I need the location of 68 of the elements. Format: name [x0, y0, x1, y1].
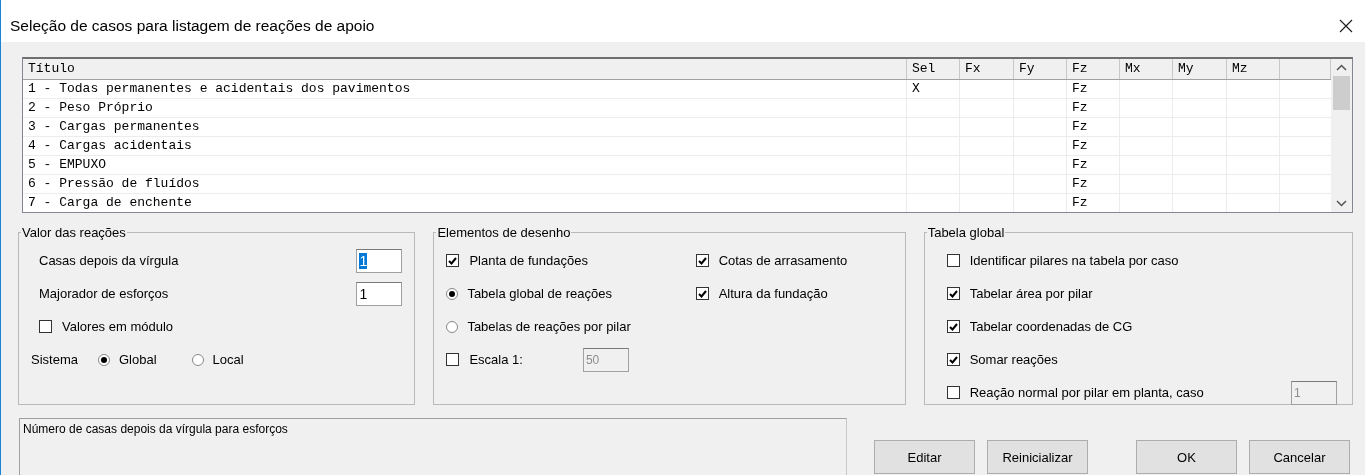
dialog-button[interactable]: Editar [874, 440, 975, 474]
column-header[interactable]: Mx [1120, 59, 1173, 79]
dialog-button[interactable]: Cancelar [1249, 440, 1350, 474]
radio-button[interactable] [97, 353, 110, 366]
checkbox[interactable] [946, 353, 960, 366]
table-cell-text: 7 - Carga de enchente [27, 194, 193, 212]
checkbox[interactable] [446, 353, 460, 366]
table-cell-text: 1 - Todas permanentes e acidentais dos pavimentos [27, 80, 412, 98]
column-header[interactable]: Sel [907, 59, 960, 79]
table-cell-text: 2 - Peso Próprio [27, 99, 154, 117]
dialog-button[interactable]: Reinicializar [987, 440, 1088, 474]
scroll-thumb[interactable] [1333, 76, 1350, 110]
column-header[interactable]: Fx [960, 59, 1014, 79]
input-field[interactable]: 1 [356, 248, 403, 273]
radio-button[interactable] [446, 320, 459, 333]
checkbox[interactable] [946, 386, 960, 399]
option-label: Reação normal por pilar em planta, caso [969, 385, 1204, 400]
radio-button[interactable] [191, 353, 204, 366]
table-cell-text: Fz [1071, 175, 1089, 193]
column-header[interactable]: Fz [1067, 59, 1120, 79]
table-cell-text: 4 - Cargas acidentais [27, 137, 193, 155]
table-cell-text: 5 - EMPUXO [27, 156, 107, 174]
option-label: Global [118, 352, 157, 367]
group-title: Valor das reações [21, 225, 127, 240]
table-cell-text: 3 - Cargas permanentes [27, 118, 201, 136]
checkbox[interactable] [39, 320, 52, 333]
dialog-button[interactable]: OK [1136, 440, 1237, 474]
field-label: Casas depois da vírgula [39, 253, 179, 268]
column-header[interactable]: Título [23, 59, 907, 79]
option-label: Planta de fundações [469, 253, 588, 268]
radio-button[interactable] [446, 287, 459, 300]
option-label: Altura da fundação [718, 286, 828, 301]
group-title: Tabela global [926, 225, 1006, 240]
option-label: Escala 1: [469, 352, 523, 367]
option-label: Tabelar coordenadas de CG [969, 319, 1133, 334]
table-cell-text: Fz [1071, 137, 1089, 155]
table-cell-text: Fz [1071, 156, 1089, 174]
checkbox[interactable] [946, 254, 960, 267]
close-icon[interactable] [1339, 19, 1353, 33]
input-field[interactable]: 1 [356, 281, 403, 306]
option-label: Local [212, 352, 244, 367]
checkbox[interactable] [446, 254, 460, 267]
option-label: Tabelas de reações por pilar [467, 319, 631, 334]
table-cell-text: X [911, 80, 921, 98]
table-cell-text: 6 - Pressão de fluídos [27, 175, 201, 193]
column-header[interactable]: My [1173, 59, 1227, 79]
option-label: Tabelar área por pilar [969, 286, 1093, 301]
field-label: Majorador de esforços [39, 286, 169, 301]
table-cell-text: Fz [1071, 118, 1089, 136]
checkbox[interactable] [695, 287, 709, 300]
option-label: Tabela global de reações [467, 286, 612, 301]
column-header[interactable]: Fy [1014, 59, 1067, 79]
option-label: Somar reações [969, 352, 1058, 367]
field-label: Sistema [31, 352, 78, 367]
table-cell-text: Fz [1071, 99, 1089, 117]
checkbox[interactable] [946, 287, 960, 300]
option-label: Identificar pilares na tabela por caso [969, 253, 1179, 268]
option-label: Cotas de arrasamento [718, 253, 848, 268]
status-box: Número de casas depois da vírgula para esforços [19, 418, 847, 475]
group-title: Elementos de desenho [436, 225, 572, 240]
table-cell-text: Fz [1071, 194, 1089, 212]
column-header[interactable]: Mz [1227, 59, 1280, 79]
checkbox[interactable] [946, 320, 960, 333]
table-cell-text: Fz [1071, 80, 1089, 98]
checkbox[interactable] [695, 254, 709, 267]
option-label: Valores em módulo [62, 319, 174, 334]
scrollbar[interactable] [1331, 59, 1352, 212]
window-title: Seleção de casos para listagem de reações de apoio [10, 17, 375, 35]
